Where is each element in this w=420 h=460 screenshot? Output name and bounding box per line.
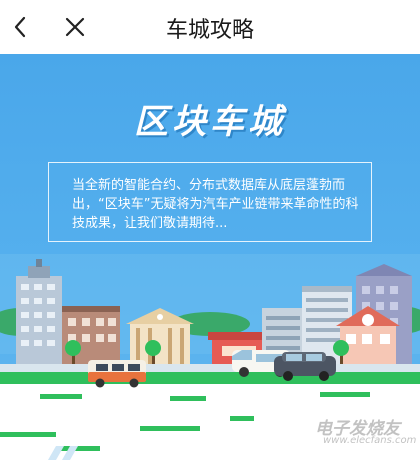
intro-text: 当全新的智能合约、分布式数据库从底层蓬勃而出，“区块车”无疑将为汽车产业链带来革… [72,178,359,231]
watermark-url: www.elecfans.com [323,435,417,446]
banner-headline: 区块车城 [134,102,286,142]
promo-banner: 区块车城 当全新的智能合约、分布式数据库从底层蓬勃而出，“区块车”无疑将为汽车产… [0,54,420,460]
page-title: 车城攻略 [165,18,254,43]
top-bar: 车城攻略 [0,0,420,54]
